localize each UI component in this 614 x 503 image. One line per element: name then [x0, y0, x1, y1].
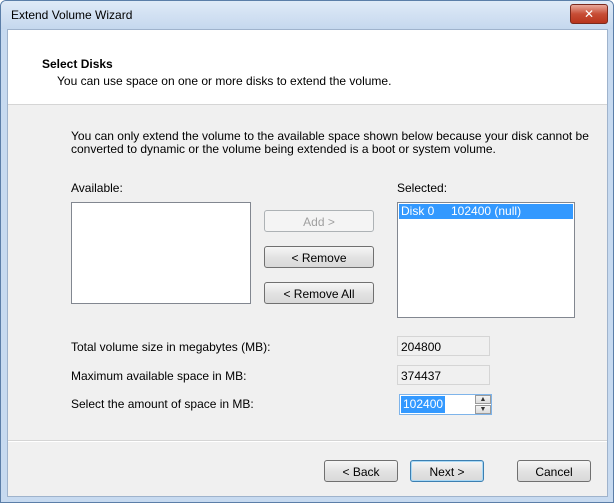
max-space-value: 374437 — [397, 365, 490, 385]
wizard-header: Select Disks You can use space on one or… — [8, 30, 607, 105]
select-space-label: Select the amount of space in MB: — [71, 397, 254, 411]
total-size-label: Total volume size in megabytes (MB): — [71, 340, 271, 354]
close-icon: ✕ — [583, 7, 595, 21]
close-button[interactable]: ✕ — [570, 4, 608, 24]
window-title: Extend Volume Wizard — [11, 8, 133, 22]
available-label: Available: — [71, 181, 123, 195]
back-button[interactable]: < Back — [324, 460, 398, 482]
title-bar[interactable]: Extend Volume Wizard ✕ — [1, 1, 613, 29]
selected-list-item[interactable]: Disk 0 102400 (null) — [399, 204, 573, 219]
space-spinbox[interactable]: 102400 ▲ ▼ — [399, 394, 492, 415]
available-label-text: Available: — [71, 181, 123, 195]
space-input[interactable]: 102400 — [401, 396, 446, 413]
info-text: You can only extend the volume to the av… — [71, 129, 589, 156]
remove-button[interactable]: < Remove — [264, 246, 374, 268]
total-size-value: 204800 — [397, 336, 490, 356]
page-title: Select Disks — [42, 57, 113, 71]
cancel-button[interactable]: Cancel — [517, 460, 591, 482]
arrow-up-icon: ▲ — [479, 396, 487, 403]
spin-buttons: ▲ ▼ — [475, 395, 491, 414]
footer-divider — [8, 440, 607, 442]
add-button[interactable]: Add > — [264, 210, 374, 232]
selected-label: Selected: — [397, 181, 447, 195]
spin-up-button[interactable]: ▲ — [475, 395, 491, 404]
remove-all-button[interactable]: < Remove All — [264, 282, 374, 304]
max-space-label: Maximum available space in MB: — [71, 369, 247, 383]
arrow-down-icon: ▼ — [479, 406, 487, 413]
selected-listbox[interactable]: Disk 0 102400 (null) — [397, 202, 575, 318]
page-subtitle: You can use space on one or more disks t… — [57, 74, 392, 88]
selected-label-text: Selected: — [397, 181, 448, 195]
next-button[interactable]: Next > — [410, 460, 484, 482]
wizard-window: Extend Volume Wizard ✕ Select Disks You … — [0, 0, 614, 503]
available-listbox[interactable] — [71, 202, 251, 304]
dialog-body: Select Disks You can use space on one or… — [7, 29, 608, 497]
spin-down-button[interactable]: ▼ — [475, 405, 491, 414]
